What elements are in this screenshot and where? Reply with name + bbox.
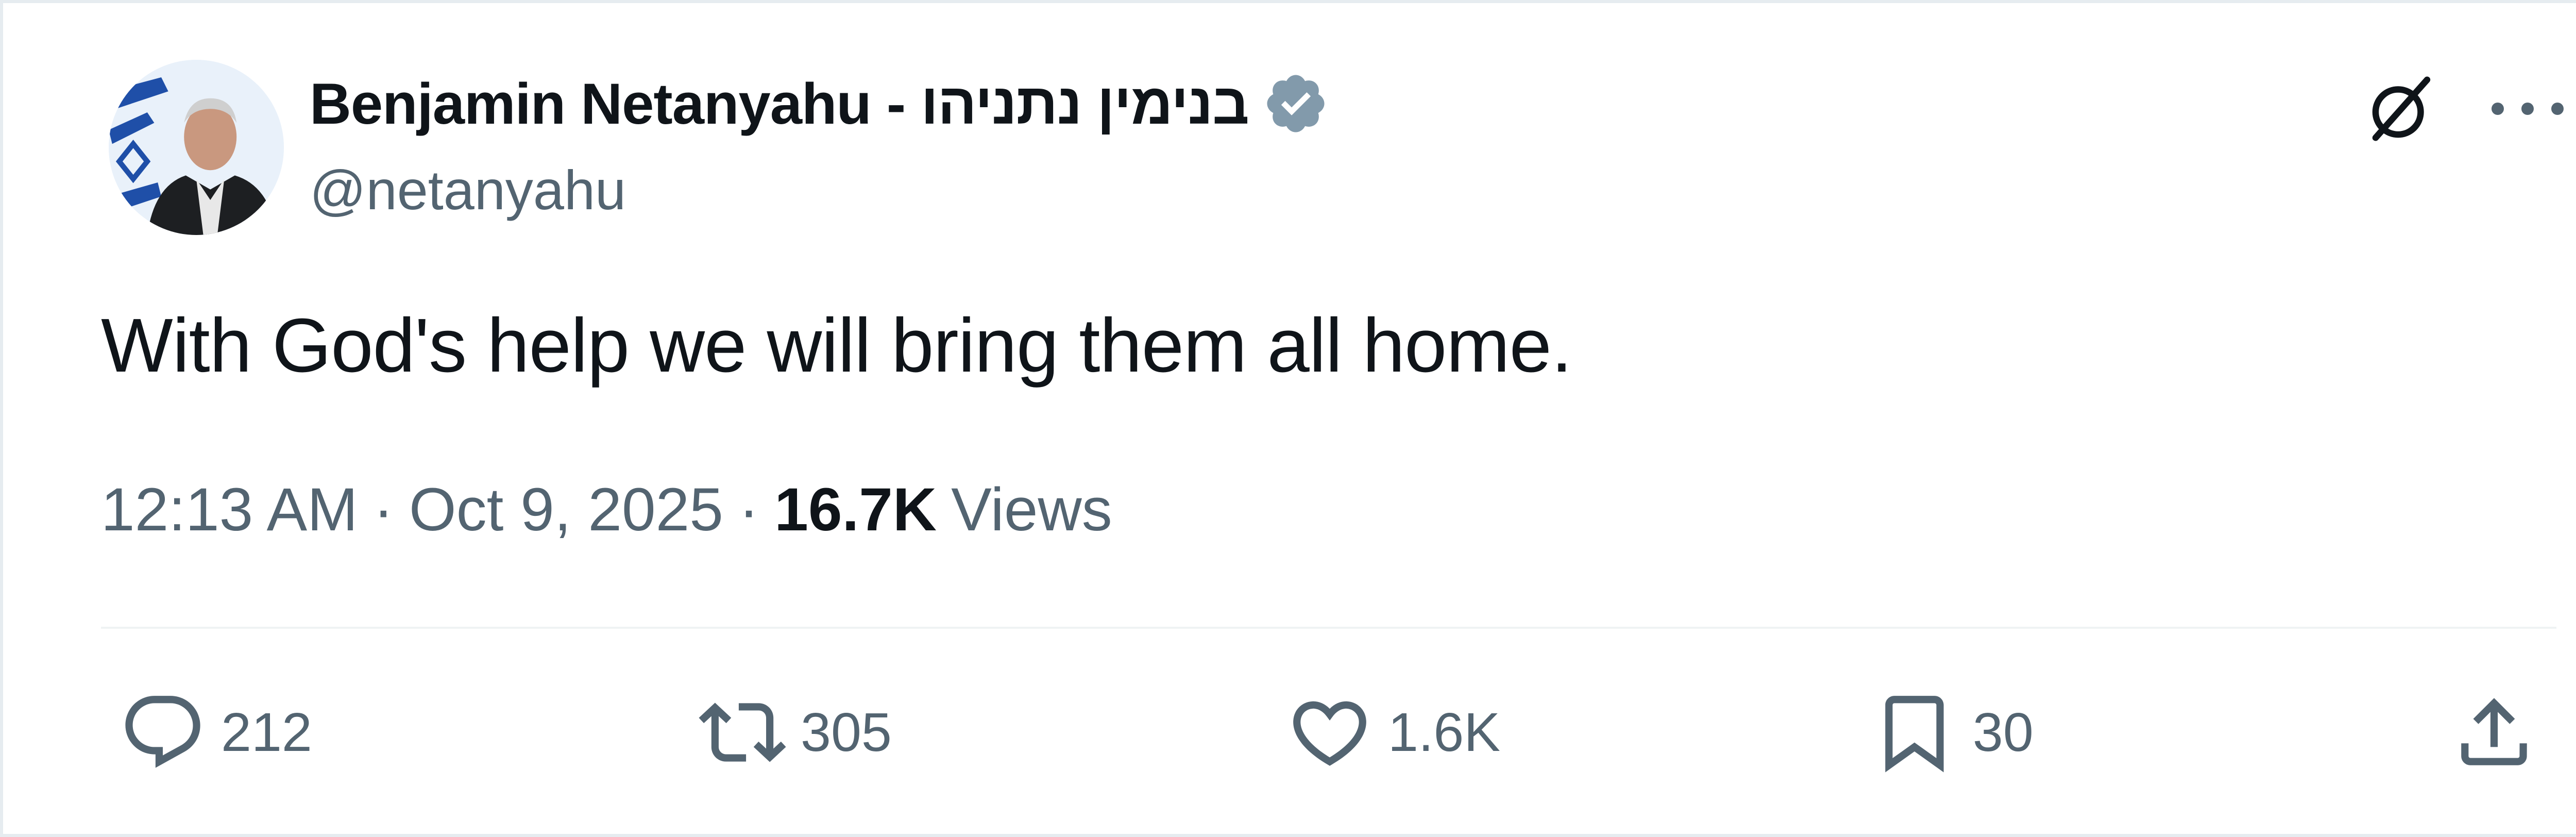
meta-separator: · xyxy=(373,476,394,544)
grok-icon[interactable] xyxy=(2363,70,2440,147)
author-handle[interactable]: @netanyahu xyxy=(310,158,626,222)
views-count[interactable]: 16.7K xyxy=(774,475,937,545)
share-icon xyxy=(2461,698,2527,765)
bookmark-count: 30 xyxy=(1973,701,2033,763)
like-button[interactable]: 1.6K xyxy=(1286,686,1500,779)
like-count: 1.6K xyxy=(1388,701,1501,763)
tweet-time[interactable]: 12:13 AM xyxy=(101,475,358,545)
tweet-meta: 12:13 AM · Oct 9, 2025 · 16.7K Views xyxy=(101,475,1112,545)
avatar[interactable] xyxy=(109,60,284,235)
tweet-text: With God's help we will bring them all h… xyxy=(101,303,1572,388)
reply-button[interactable]: 212 xyxy=(119,686,312,779)
retweet-count: 305 xyxy=(801,701,892,763)
bookmark-button[interactable]: 30 xyxy=(1871,686,2033,779)
retweet-icon xyxy=(699,702,786,762)
author-name[interactable]: Benjamin Netanyahu - בנימין נתניהו xyxy=(310,71,1249,137)
retweet-button[interactable]: 305 xyxy=(699,686,892,779)
meta-separator: · xyxy=(738,476,759,544)
more-dot xyxy=(2551,103,2564,115)
views-label[interactable]: Views xyxy=(951,475,1112,545)
heart-icon xyxy=(1293,701,1366,766)
tweet-card: Benjamin Netanyahu - בנימין נתניהו @neta… xyxy=(0,0,2576,837)
author-name-row: Benjamin Netanyahu - בנימין נתניהו xyxy=(310,70,1329,137)
divider xyxy=(101,627,2556,629)
reply-count: 212 xyxy=(221,701,312,763)
more-dot xyxy=(2521,103,2534,115)
share-button[interactable] xyxy=(2450,686,2538,779)
more-icon[interactable] xyxy=(2492,88,2564,129)
tweet-date[interactable]: Oct 9, 2025 xyxy=(409,475,723,545)
avatar-image xyxy=(109,60,284,235)
reply-icon xyxy=(125,696,200,768)
bookmark-icon xyxy=(1885,696,1944,773)
verified-badge-icon[interactable] xyxy=(1262,70,1329,137)
more-dot xyxy=(2492,103,2504,115)
